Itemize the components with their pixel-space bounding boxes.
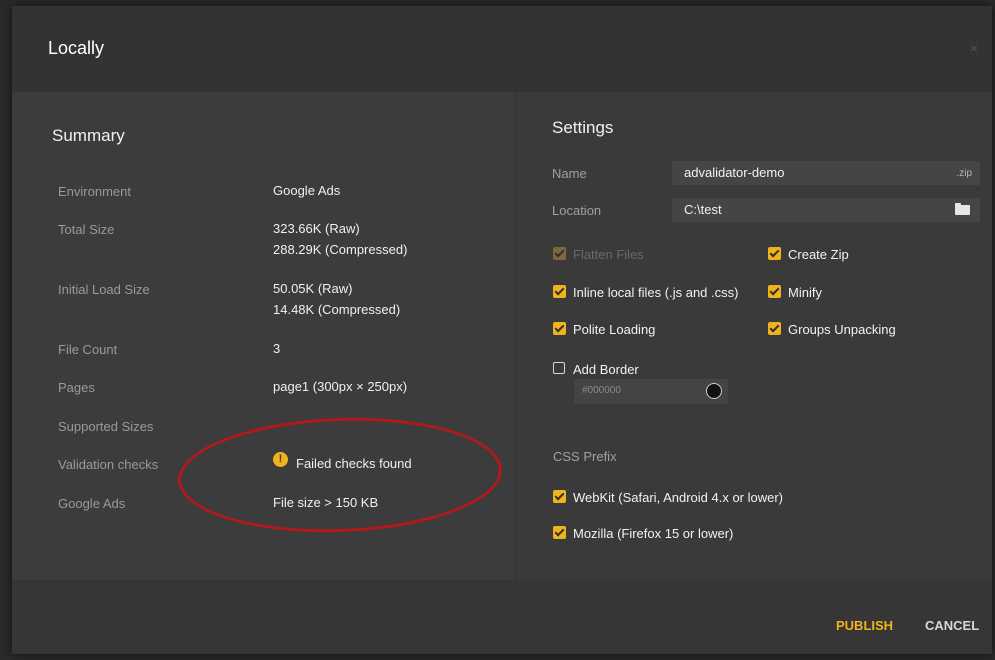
checkbox-icon[interactable]: [553, 247, 566, 260]
groups-unpacking-label: Groups Unpacking: [788, 322, 896, 337]
environment-label: Environment: [58, 184, 131, 199]
highlight-ellipse: [176, 412, 504, 538]
checkbox-icon[interactable]: [553, 526, 566, 539]
summary-title: Summary: [52, 126, 125, 145]
dialog-footer: PUBLISH CANCEL: [12, 580, 992, 654]
checkbox-icon[interactable]: [768, 247, 781, 260]
total-size-raw: 323.66K (Raw): [273, 221, 360, 236]
checkbox-icon[interactable]: [553, 362, 565, 374]
name-field[interactable]: advalidator-demo .zip: [672, 161, 980, 185]
add-border-label: Add Border: [573, 362, 639, 377]
inline-local-files-label: Inline local files (.js and .css): [573, 285, 739, 300]
dialog-header: Locally ×: [12, 6, 992, 92]
total-size-label: Total Size: [58, 222, 115, 237]
settings-title: Settings: [552, 118, 614, 137]
name-label: Name: [552, 166, 587, 181]
google-ads-label: Google Ads: [58, 496, 126, 511]
minify-label: Minify: [788, 285, 822, 300]
create-zip-label: Create Zip: [788, 247, 849, 262]
dialog-title: Locally: [48, 38, 105, 58]
folder-icon[interactable]: [955, 203, 970, 215]
zip-suffix: .zip: [956, 168, 972, 179]
initial-load-label: Initial Load Size: [58, 282, 150, 297]
checkbox-icon[interactable]: [768, 322, 781, 335]
file-count-label: File Count: [58, 342, 118, 357]
initial-load-compressed: 14.48K (Compressed): [273, 302, 401, 317]
css-prefix-label: CSS Prefix: [553, 449, 617, 464]
polite-loading-label: Polite Loading: [573, 322, 656, 337]
location-field[interactable]: C:\test: [672, 198, 980, 222]
warning-icon[interactable]: !: [273, 452, 288, 467]
supported-sizes-label: Supported Sizes: [58, 419, 154, 434]
google-ads-value: File size > 150 KB: [273, 495, 379, 510]
location-label: Location: [552, 203, 602, 218]
checkbox-icon[interactable]: [553, 490, 566, 503]
publish-button[interactable]: PUBLISH: [836, 618, 893, 633]
total-size-compressed: 288.29K (Compressed): [273, 242, 408, 257]
mozilla-label: Mozilla (Firefox 15 or lower): [573, 526, 734, 541]
initial-load-raw: 50.05K (Raw): [273, 281, 353, 296]
border-color-value[interactable]: #000000: [582, 385, 621, 396]
color-swatch-icon[interactable]: [706, 383, 722, 399]
close-icon[interactable]: ×: [970, 40, 978, 56]
validation-checks-value[interactable]: Failed checks found: [296, 453, 412, 474]
flatten-files-label: Flatten Files: [573, 247, 644, 262]
pages-value: page1 (300px × 250px): [273, 379, 408, 394]
publish-dialog: Locally × Summary Environment Google Ads…: [12, 6, 992, 654]
summary-panel: Summary Environment Google Ads Total Siz…: [12, 92, 516, 580]
checkbox-icon[interactable]: [768, 285, 781, 298]
location-value[interactable]: C:\test: [684, 202, 722, 217]
webkit-label: WebKit (Safari, Android 4.x or lower): [573, 490, 784, 505]
environment-value: Google Ads: [273, 183, 341, 198]
file-count-value: 3: [273, 341, 281, 356]
cancel-button[interactable]: CANCEL: [925, 618, 979, 633]
pages-label: Pages: [58, 380, 95, 395]
border-color-field[interactable]: #000000: [574, 379, 728, 404]
name-value[interactable]: advalidator-demo: [684, 165, 784, 180]
checkbox-icon[interactable]: [553, 322, 566, 335]
validation-checks-label: Validation checks: [58, 457, 159, 472]
checkbox-icon[interactable]: [553, 285, 566, 298]
